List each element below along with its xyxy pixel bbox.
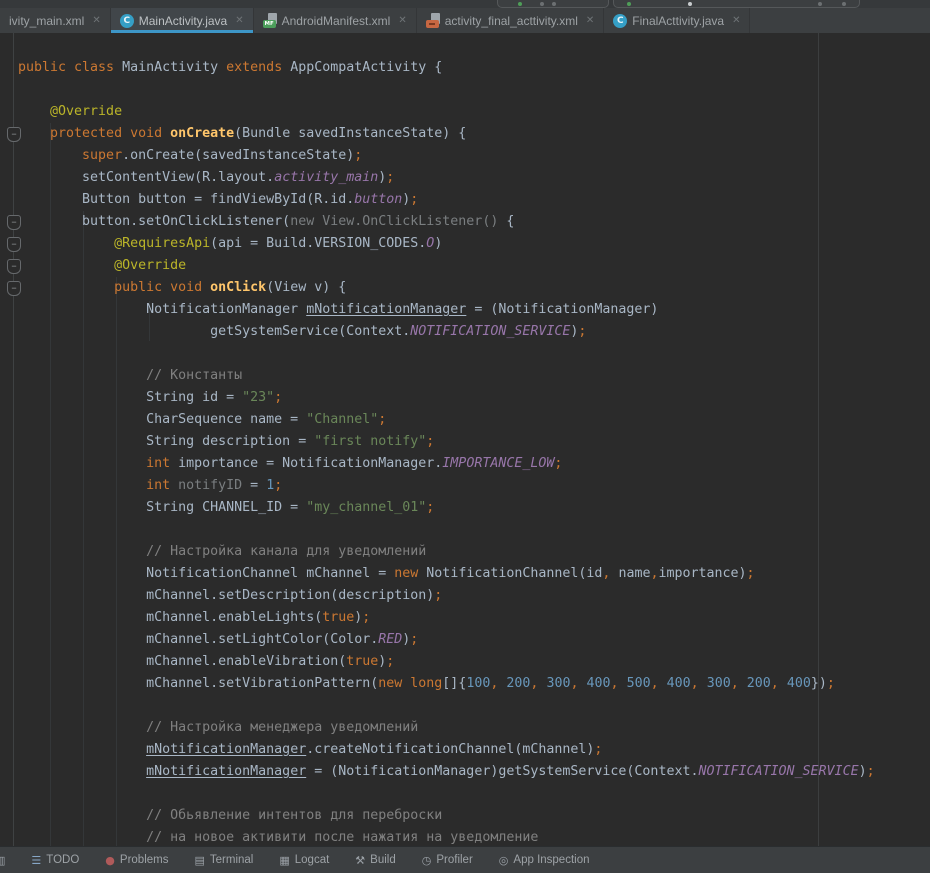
toolwindow-App Inspection[interactable]: ◎ App Inspection (499, 854, 590, 866)
app-inspection-icon: ◎ (499, 855, 509, 866)
code-area[interactable]: public class MainActivity extends AppCom… (0, 33, 875, 846)
code-line: CharSequence name = "Channel"; (18, 409, 875, 431)
close-icon[interactable]: ✕ (398, 16, 406, 26)
problems-icon: ● (105, 855, 115, 866)
toolbar-dot (818, 2, 822, 6)
code-line: setContentView(R.layout.activity_main); (18, 167, 875, 189)
code-line: int notifyID = 1; (18, 475, 875, 497)
toolwindow-Terminal[interactable]: ▤ Terminal (194, 854, 253, 866)
fold-marker-icon[interactable]: − (7, 215, 21, 230)
run-icon[interactable] (627, 2, 631, 6)
tab-ivity_main.xml[interactable]: ivity_main.xml ✕ (0, 8, 111, 33)
toolwindow-label: Logcat (295, 854, 330, 866)
editor-pane: public class MainActivity extends AppCom… (0, 33, 930, 846)
todo-icon: ☰ (31, 855, 41, 866)
code-line (18, 695, 875, 717)
build-icon: ⚒ (355, 855, 365, 866)
code-line: public class MainActivity extends AppCom… (18, 57, 875, 79)
code-line: // Настройка канала для уведомлений (18, 541, 875, 563)
tab-bar: ivity_main.xml ✕ C MainActivity.java ✕ MF Andr… (0, 8, 930, 33)
code-line: button.setOnClickListener(new View.OnCli… (18, 211, 875, 233)
profiler-icon: ◷ (422, 855, 432, 866)
code-line: String description = "first notify"; (18, 431, 875, 453)
code-line: mChannel.setVibrationPattern(new long[]{… (18, 673, 875, 695)
code-line: public void onClick(View v) { (18, 277, 875, 299)
fold-marker-icon[interactable]: − (7, 281, 21, 296)
manifest-file-icon: MF (263, 13, 277, 28)
toolwindow-Logcat[interactable]: ▦ Logcat (279, 854, 329, 866)
run-status-dot (518, 2, 522, 6)
layout-badge (426, 20, 439, 28)
code-line: @Override (18, 255, 875, 277)
code-line: protected void onCreate(Bundle savedInst… (18, 123, 875, 145)
fold-marker-icon[interactable]: − (7, 237, 21, 252)
code-line (18, 79, 875, 101)
fold-marker-icon[interactable]: − (7, 259, 21, 274)
run-actions-widget[interactable] (613, 0, 860, 8)
java-class-icon: C (613, 14, 627, 28)
code-line: mNotificationManager = (NotificationMana… (18, 761, 875, 783)
tab-MainActivity.java[interactable]: C MainActivity.java ✕ (111, 8, 254, 33)
code-line (18, 343, 875, 365)
code-line: super.onCreate(savedInstanceState); (18, 145, 875, 167)
manifest-badge: MF (263, 20, 276, 28)
code-line: NotificationManager mNotificationManager… (18, 299, 875, 321)
code-line: @Override (18, 101, 875, 123)
toolwindow-Profiler[interactable]: ◷ Profiler (422, 854, 473, 866)
toolbar-dot (552, 2, 556, 6)
toolwindow-label: Build (370, 854, 396, 866)
layout-file-icon (426, 13, 440, 28)
close-icon[interactable]: ✕ (732, 16, 740, 26)
code-line: int importance = NotificationManager.IMP… (18, 453, 875, 475)
toolwindow-label: Profiler (436, 854, 472, 866)
tool-window-bar: ▥ ☰ TODO ● Problems ▤ Terminal ▦ Logcat ⚒ Build ◷ P… (0, 846, 930, 873)
tab-label: AndroidManifest.xml (282, 14, 391, 28)
tool-window-edge-icon[interactable]: ▥ (0, 854, 5, 867)
toolbar-dot (842, 2, 846, 6)
code-line (18, 783, 875, 805)
toolwindow-label: App Inspection (513, 854, 589, 866)
close-icon[interactable]: ✕ (235, 16, 243, 26)
code-line: getSystemService(Context.NOTIFICATION_SE… (18, 321, 875, 343)
tab-label: MainActivity.java (139, 14, 227, 28)
code-line: mChannel.enableVibration(true); (18, 651, 875, 673)
code-line: // на новое активити после нажатия на ув… (18, 827, 875, 846)
layout-badge-mark (429, 23, 435, 25)
code-line: String id = "23"; (18, 387, 875, 409)
code-line: // Настройка менеджера уведомлений (18, 717, 875, 739)
java-class-icon: C (120, 14, 134, 28)
tab-AndroidManifest.xml[interactable]: MF AndroidManifest.xml ✕ (254, 8, 417, 33)
code-line: // Обьявление интентов для переброски (18, 805, 875, 827)
fold-marker-icon[interactable]: − (7, 127, 21, 142)
close-icon[interactable]: ✕ (92, 16, 100, 26)
code-line: Button button = findViewById(R.id.button… (18, 189, 875, 211)
logcat-icon: ▦ (279, 855, 289, 866)
close-icon[interactable]: ✕ (586, 16, 594, 26)
code-line: String CHANNEL_ID = "my_channel_01"; (18, 497, 875, 519)
code-line: mChannel.setDescription(description); (18, 585, 875, 607)
toolwindow-Build[interactable]: ⚒ Build (355, 854, 395, 866)
toolbar-dot (688, 2, 692, 6)
code-line: mChannel.enableLights(true); (18, 607, 875, 629)
terminal-icon: ▤ (194, 855, 204, 866)
tab-label: ivity_main.xml (9, 14, 84, 28)
code-line (18, 519, 875, 541)
toolbar-dot (540, 2, 544, 6)
tab-activity_final_acttivity.xml[interactable]: activity_final_acttivity.xml ✕ (417, 8, 605, 33)
toolwindow-TODO[interactable]: ☰ TODO (31, 854, 79, 866)
code-line: @RequiresApi(api = Build.VERSION_CODES.O… (18, 233, 875, 255)
tab-label: FinalActtivity.java (632, 14, 724, 28)
toolbar-remnant-strip (0, 0, 930, 8)
code-line: mChannel.setLightColor(Color.RED); (18, 629, 875, 651)
code-line: NotificationChannel mChannel = new Notif… (18, 563, 875, 585)
code-line: // Константы (18, 365, 875, 387)
toolwindow-label: TODO (46, 854, 79, 866)
toolwindow-Problems[interactable]: ● Problems (105, 854, 168, 866)
tab-label: activity_final_acttivity.xml (445, 14, 578, 28)
toolwindow-label: Problems (120, 854, 169, 866)
code-line: mNotificationManager.createNotificationC… (18, 739, 875, 761)
toolwindow-label: Terminal (210, 854, 253, 866)
tab-FinalActtivity.java[interactable]: C FinalActtivity.java ✕ (604, 8, 750, 33)
